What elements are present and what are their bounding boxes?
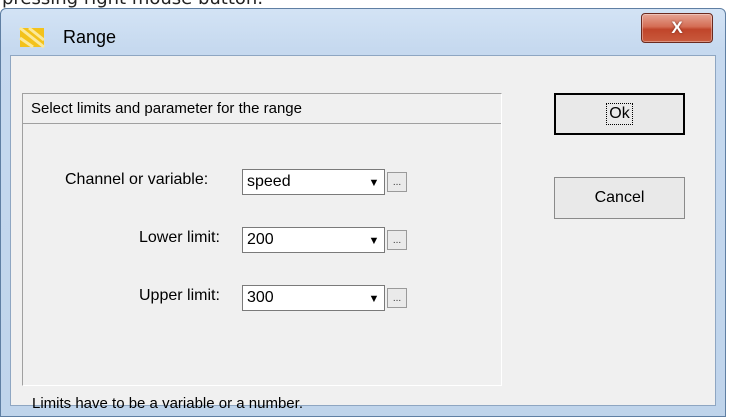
ok-button[interactable]: Ok [554,93,685,135]
channel-combobox[interactable]: speed ▼ [242,169,385,195]
cancel-button[interactable]: Cancel [554,177,685,219]
window-title: Range [63,27,117,47]
group-header-text: Select limits and parameter for the rang… [31,100,302,117]
upper-limit-label: Upper limit: [139,287,220,304]
group-header: Select limits and parameter for the rang… [23,94,501,124]
chevron-down-icon[interactable]: ▼ [366,233,382,249]
upper-limit-combobox[interactable]: 300 ▼ [242,285,385,311]
lower-limit-value: 200 [247,231,274,248]
chevron-down-icon[interactable]: ▼ [366,175,382,191]
lower-limit-label: Lower limit: [139,229,220,246]
upper-limit-value: 300 [247,289,274,306]
lower-limit-browse-button[interactable]: ... [387,230,407,250]
channel-browse-button[interactable]: ... [387,172,407,192]
close-icon: X [671,18,683,37]
cancel-button-label: Cancel [594,189,645,206]
lower-limit-combobox[interactable]: 200 ▼ [242,227,385,253]
dialog-client-area: Select limits and parameter for the rang… [10,55,716,412]
app-icon [19,26,45,48]
close-button[interactable]: X [641,13,713,43]
upper-limit-browse-button[interactable]: ... [387,288,407,308]
ok-button-label: Ok [606,103,633,125]
range-parameters-group: Select limits and parameter for the rang… [22,93,502,412]
hint-text: Limits have to be a variable or a number… [32,395,303,412]
chevron-down-icon[interactable]: ▼ [366,291,382,307]
range-dialog: Range X Select limits and parameter for … [0,8,726,417]
channel-value: speed [247,173,291,190]
channel-label: Channel or variable: [65,171,209,188]
